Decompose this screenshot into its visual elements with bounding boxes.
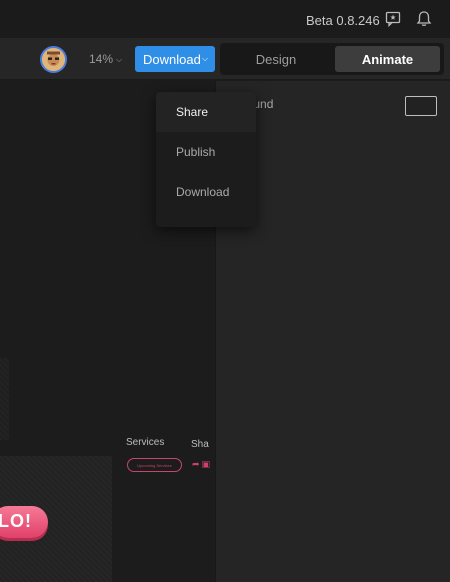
chevron-down-icon: ⌵ (202, 54, 209, 63)
download-button[interactable]: Download ⌵ (135, 46, 215, 72)
background-color-swatch[interactable] (405, 96, 437, 116)
menu-item-publish[interactable]: Publish (156, 132, 256, 172)
services-pill[interactable]: Upcoming Services (127, 458, 182, 472)
chevron-down-icon: ⌵ (116, 55, 123, 64)
hello-button-element[interactable]: LO! (0, 506, 48, 538)
frame-edge (0, 358, 9, 440)
mode-switcher: Design Animate (220, 43, 444, 75)
zoom-value: 14% (89, 52, 114, 66)
share-label: Sha (191, 439, 209, 450)
share-icon: ➦ (192, 459, 202, 469)
feedback-icon[interactable] (385, 11, 401, 27)
share-icons: ➦▣ (192, 459, 212, 470)
avatar-face-icon (42, 48, 65, 71)
services-label: Services (126, 437, 165, 448)
bell-icon[interactable] (415, 10, 433, 28)
menu-item-share[interactable]: Share (156, 92, 256, 132)
tab-animate[interactable]: Animate (335, 46, 440, 72)
zoom-dropdown[interactable]: 14% ⌵ (89, 52, 122, 66)
tab-design[interactable]: Design (224, 46, 328, 72)
menu-item-download[interactable]: Download (156, 172, 256, 212)
version-label: Beta 0.8.246 (306, 13, 380, 28)
download-button-label: Download (143, 52, 201, 67)
download-menu: Share Publish Download (156, 92, 256, 227)
toolbar: 14% ⌵ Download ⌵ Design Animate (0, 38, 450, 80)
system-bar: Beta 0.8.246 (0, 0, 450, 38)
social-icon: ▣ (201, 459, 213, 469)
avatar[interactable] (40, 46, 67, 73)
